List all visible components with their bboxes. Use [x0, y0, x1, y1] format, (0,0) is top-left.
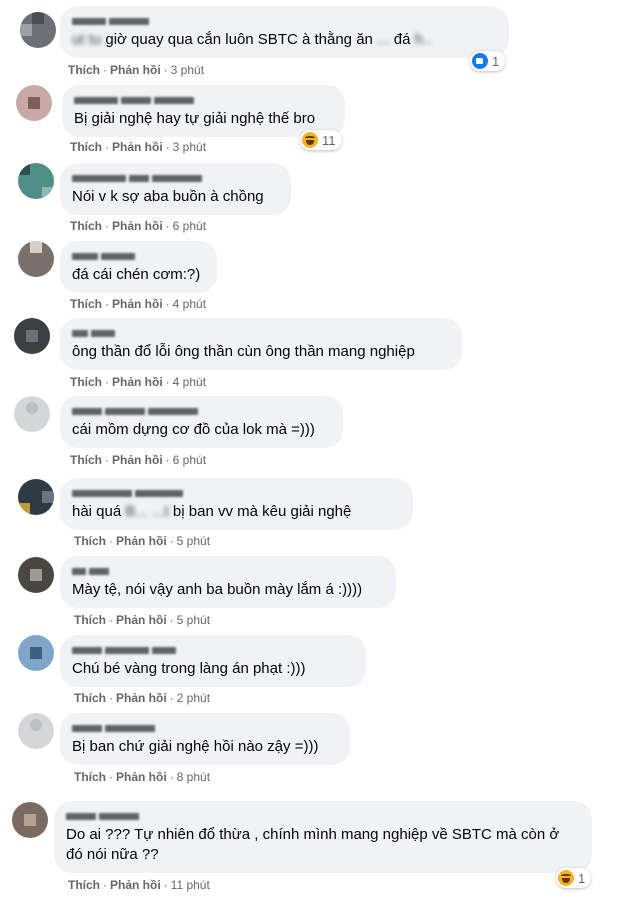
blurred-text: ut tu: [72, 31, 102, 48]
reply-link[interactable]: Phản hồi: [112, 453, 163, 467]
reply-link[interactable]: Phản hồi: [116, 770, 167, 784]
commenter-name[interactable]: [72, 405, 331, 417]
commenter-name[interactable]: [72, 487, 401, 499]
comment-bubble: ông thần đổ lỗi ông thần cùn ông thần ma…: [60, 318, 462, 370]
comment-bubble: Chú bé vàng trong làng án phạt :))): [60, 635, 366, 687]
avatar[interactable]: [12, 802, 48, 838]
comment-bubble: Bị giải nghệ hay tự giải nghệ thế bro: [62, 85, 345, 137]
timestamp[interactable]: 5 phút: [177, 613, 210, 627]
comment-text: ông thần đổ lỗi ông thần cùn ông thần ma…: [72, 343, 415, 360]
reply-link[interactable]: Phản hồi: [112, 219, 163, 233]
timestamp[interactable]: 4 phút: [173, 297, 206, 311]
comment-text: Bị ban chứ giải nghệ hồi nào zậy =))): [72, 738, 319, 755]
avatar[interactable]: [16, 85, 52, 121]
comment-text: Mày tệ, nói vậy anh ba buồn mày lắm á :)…: [72, 581, 363, 598]
comment-bubble: ut tu giờ quay qua cắn luôn SBTC à thằng…: [60, 6, 509, 58]
timestamp[interactable]: 8 phút: [177, 770, 210, 784]
comment-actions: Thích · Phản hồi · 6 phút: [70, 453, 207, 467]
like-link[interactable]: Thích: [70, 453, 102, 467]
timestamp[interactable]: 2 phút: [177, 691, 210, 705]
commenter-name[interactable]: [72, 722, 338, 734]
comment-actions: Thích · Phản hồi · 4 phút: [70, 297, 207, 311]
commenter-name[interactable]: [72, 327, 450, 339]
comment-actions: Thích · Phản hồi · 3 phút: [70, 140, 207, 154]
haha-icon: [302, 132, 318, 148]
reply-link[interactable]: Phản hồi: [110, 63, 161, 77]
like-link[interactable]: Thích: [68, 878, 100, 892]
timestamp[interactable]: 6 phút: [173, 453, 206, 467]
comment-actions: Thích · Phản hồi · 8 phút: [74, 770, 211, 784]
comment-actions: Thích · Phản hồi · 4 phút: [70, 375, 207, 389]
reply-link[interactable]: Phản hồi: [110, 878, 161, 892]
blurred-text: ...: [377, 31, 390, 48]
comment-actions: Thích · Phản hồi · 5 phút: [74, 613, 211, 627]
commenter-name[interactable]: [72, 15, 497, 27]
commenter-name[interactable]: [72, 250, 205, 262]
reply-link[interactable]: Phản hồi: [116, 691, 167, 705]
comment-actions: Thích · Phản hồi · 2 phút: [74, 691, 211, 705]
comment-actions: Thích · Phản hồi · 3 phút: [68, 63, 205, 77]
comment-text: Bị giải nghệ hay tự giải nghệ thế bro: [74, 110, 316, 127]
avatar[interactable]: [18, 479, 54, 515]
timestamp[interactable]: 11 phút: [171, 878, 210, 892]
like-link[interactable]: Thích: [68, 63, 100, 77]
like-link[interactable]: Thích: [74, 534, 106, 548]
reply-link[interactable]: Phản hồi: [116, 613, 167, 627]
like-link[interactable]: Thích: [74, 691, 106, 705]
comment-bubble: cái mồm dựng cơ đồ của lok mà =))): [60, 396, 343, 448]
comment-bubble: đá cái chén cơm:?): [60, 241, 217, 293]
avatar[interactable]: [14, 318, 50, 354]
comment-actions: Thích · Phản hồi · 5 phút: [74, 534, 211, 548]
reaction-summary[interactable]: 1: [470, 51, 506, 71]
comment-text: Do ai ??? Tự nhiên đổ thừa , chính mình …: [66, 826, 560, 863]
commenter-name[interactable]: [72, 644, 354, 656]
comment-bubble: Nói v k sợ aba buồn à chồng: [60, 163, 291, 215]
comment-bubble: Bị ban chứ giải nghệ hồi nào zậy =))): [60, 713, 350, 765]
like-icon: [472, 53, 488, 69]
reply-link[interactable]: Phản hồi: [112, 297, 163, 311]
like-link[interactable]: Thích: [74, 613, 106, 627]
avatar[interactable]: [18, 713, 54, 749]
like-link[interactable]: Thích: [70, 219, 102, 233]
avatar[interactable]: [20, 12, 56, 48]
comment-bubble: hài quá B... ...t bị ban vv mà kêu giải …: [60, 478, 413, 530]
like-link[interactable]: Thích: [70, 375, 102, 389]
avatar[interactable]: [18, 557, 54, 593]
reaction-summary[interactable]: 11: [300, 130, 342, 150]
blurred-text: h..: [414, 31, 432, 48]
commenter-name[interactable]: [72, 172, 279, 184]
avatar[interactable]: [18, 635, 54, 671]
like-link[interactable]: Thích: [70, 297, 102, 311]
like-link[interactable]: Thích: [70, 140, 102, 154]
comment-text: ut tu giờ quay qua cắn luôn SBTC à thằng…: [72, 31, 432, 48]
timestamp[interactable]: 3 phút: [173, 140, 206, 154]
avatar[interactable]: [18, 241, 54, 277]
avatar[interactable]: [14, 396, 50, 432]
commenter-name[interactable]: [66, 810, 580, 822]
timestamp[interactable]: 5 phút: [177, 534, 210, 548]
commenter-name[interactable]: [72, 565, 384, 577]
reply-link[interactable]: Phản hồi: [112, 375, 163, 389]
timestamp[interactable]: 4 phút: [173, 375, 206, 389]
comment-bubble: Mày tệ, nói vậy anh ba buồn mày lắm á :)…: [60, 556, 396, 608]
comment-text: Chú bé vàng trong làng án phạt :))): [72, 660, 306, 677]
comment-actions: Thích · Phản hồi · 6 phút: [70, 219, 207, 233]
haha-icon: [558, 870, 574, 886]
comment-actions: Thích · Phản hồi · 11 phút: [68, 878, 210, 892]
reply-link[interactable]: Phản hồi: [112, 140, 163, 154]
comment-text: hài quá B... ...t bị ban vv mà kêu giải …: [72, 503, 352, 520]
comment-text: cái mồm dựng cơ đồ của lok mà =))): [72, 421, 315, 438]
blurred-text: B... ...t: [125, 503, 169, 520]
commenter-name[interactable]: [74, 94, 333, 106]
comment-text: Nói v k sợ aba buồn à chồng: [72, 188, 264, 205]
timestamp[interactable]: 3 phút: [171, 63, 204, 77]
comment-bubble: Do ai ??? Tự nhiên đổ thừa , chính mình …: [54, 801, 592, 873]
reaction-summary[interactable]: 1: [556, 868, 592, 888]
comment-text: đá cái chén cơm:?): [72, 266, 201, 283]
like-link[interactable]: Thích: [74, 770, 106, 784]
avatar[interactable]: [18, 163, 54, 199]
timestamp[interactable]: 6 phút: [173, 219, 206, 233]
reply-link[interactable]: Phản hồi: [116, 534, 167, 548]
